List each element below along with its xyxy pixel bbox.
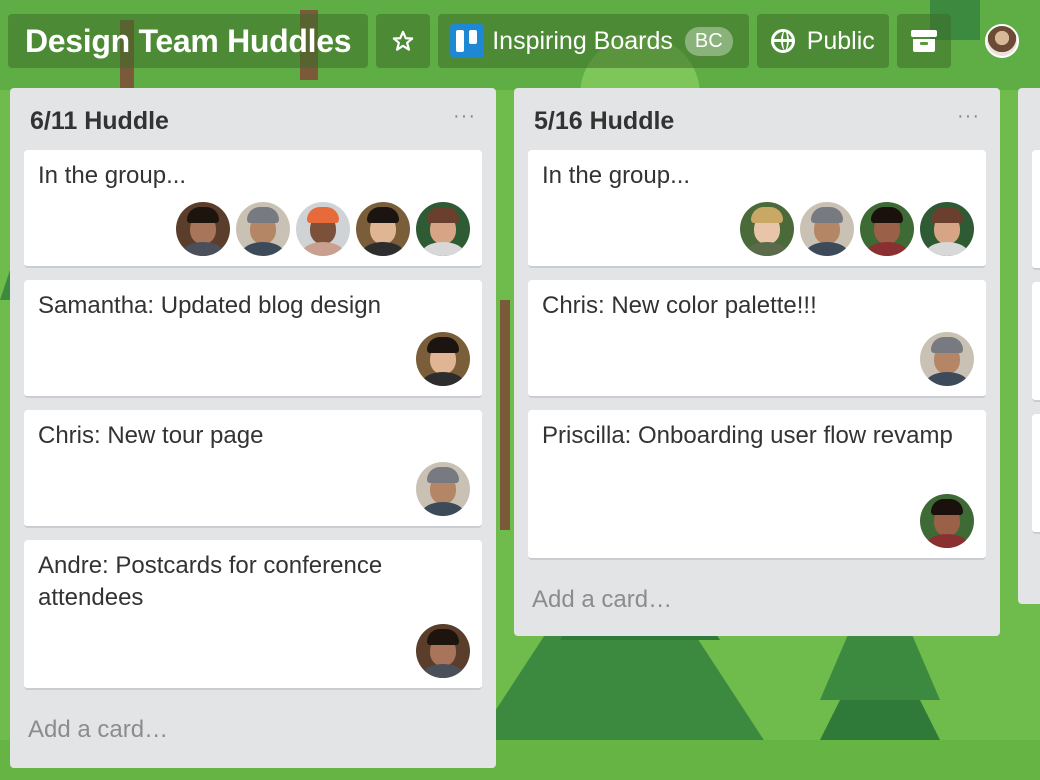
list-6-11-huddle: 6/11 Huddle ··· In the group... Samantha… <box>10 88 496 768</box>
archive-button[interactable] <box>896 14 951 68</box>
star-icon <box>392 30 414 51</box>
member-avatar-bald-guy[interactable] <box>416 202 470 256</box>
card-title: Samantha: Updated blog design <box>38 292 381 319</box>
trello-board-icon <box>450 24 485 58</box>
team-badge: BC <box>684 26 733 56</box>
member-avatar-chris[interactable] <box>920 332 974 386</box>
board-title[interactable]: Design Team Huddles <box>8 14 369 68</box>
board-header: Design Team Huddles Inspiring Boards BC … <box>8 14 1040 68</box>
visibility-label: Public <box>806 26 875 55</box>
card[interactable]: Priscilla: Onboarding user flow revamp <box>528 410 986 560</box>
list-title[interactable]: 6/11 Huddle <box>30 107 169 136</box>
card[interactable] <box>1032 150 1040 270</box>
list-menu-button[interactable]: ··· <box>453 105 476 128</box>
add-card-button[interactable]: Add a card… <box>24 702 482 758</box>
card-title: Priscilla: Onboarding user flow revamp <box>542 422 953 449</box>
card-members <box>920 494 974 548</box>
card-title: Chris: New color palette!!! <box>542 292 817 319</box>
card-title: Andre: Postcards for conference attendee… <box>38 552 383 611</box>
member-avatar-cap-guy[interactable] <box>296 202 350 256</box>
card-members <box>416 462 470 516</box>
card-members <box>416 332 470 386</box>
list-header: 5/16 Huddle ··· <box>528 88 986 150</box>
member-avatar-chris[interactable] <box>236 202 290 256</box>
member-avatar-samantha[interactable] <box>356 202 410 256</box>
member-avatar[interactable] <box>984 24 1019 58</box>
member-avatar-blonde-woman[interactable] <box>740 202 794 256</box>
archive-icon <box>910 30 937 52</box>
card-members <box>416 624 470 678</box>
team-button[interactable]: Inspiring Boards BC <box>438 14 749 68</box>
card[interactable]: Chris: New color palette!!! <box>528 280 986 398</box>
member-avatar-chris[interactable] <box>416 462 470 516</box>
card[interactable]: Chris: New tour page <box>24 410 482 528</box>
globe-icon <box>770 29 795 53</box>
card-title: In the group... <box>542 162 691 189</box>
card[interactable]: Andre: Postcards for conference attendee… <box>24 540 482 690</box>
card[interactable] <box>1032 282 1040 402</box>
card[interactable] <box>1032 414 1040 534</box>
member-avatar-andre[interactable] <box>176 202 230 256</box>
card-members <box>740 202 974 256</box>
member-avatar-priscilla[interactable] <box>920 494 974 548</box>
member-avatar-samantha[interactable] <box>416 332 470 386</box>
card-title: In the group... <box>38 162 187 189</box>
card-members <box>176 202 470 256</box>
visibility-button[interactable]: Public <box>756 14 889 68</box>
team-name: Inspiring Boards <box>492 26 673 55</box>
member-avatar-chris[interactable] <box>800 202 854 256</box>
member-avatar-priscilla[interactable] <box>860 202 914 256</box>
member-avatar-andre[interactable] <box>416 624 470 678</box>
list-5-16-huddle: 5/16 Huddle ··· In the group... Chris: N… <box>514 88 1000 636</box>
member-avatar-bald-guy[interactable] <box>920 202 974 256</box>
list-header: 6/11 Huddle ··· <box>24 88 482 150</box>
add-card-button[interactable]: Add a card… <box>528 572 986 628</box>
list-menu-button[interactable]: ··· <box>957 105 980 128</box>
card-members <box>920 332 974 386</box>
star-button[interactable] <box>376 14 431 68</box>
card-title: Chris: New tour page <box>38 422 264 449</box>
card[interactable]: In the group... <box>24 150 482 268</box>
card[interactable]: In the group... <box>528 150 986 268</box>
list-partial <box>1018 88 1040 604</box>
list-title[interactable]: 5/16 Huddle <box>534 107 674 136</box>
card[interactable]: Samantha: Updated blog design <box>24 280 482 398</box>
